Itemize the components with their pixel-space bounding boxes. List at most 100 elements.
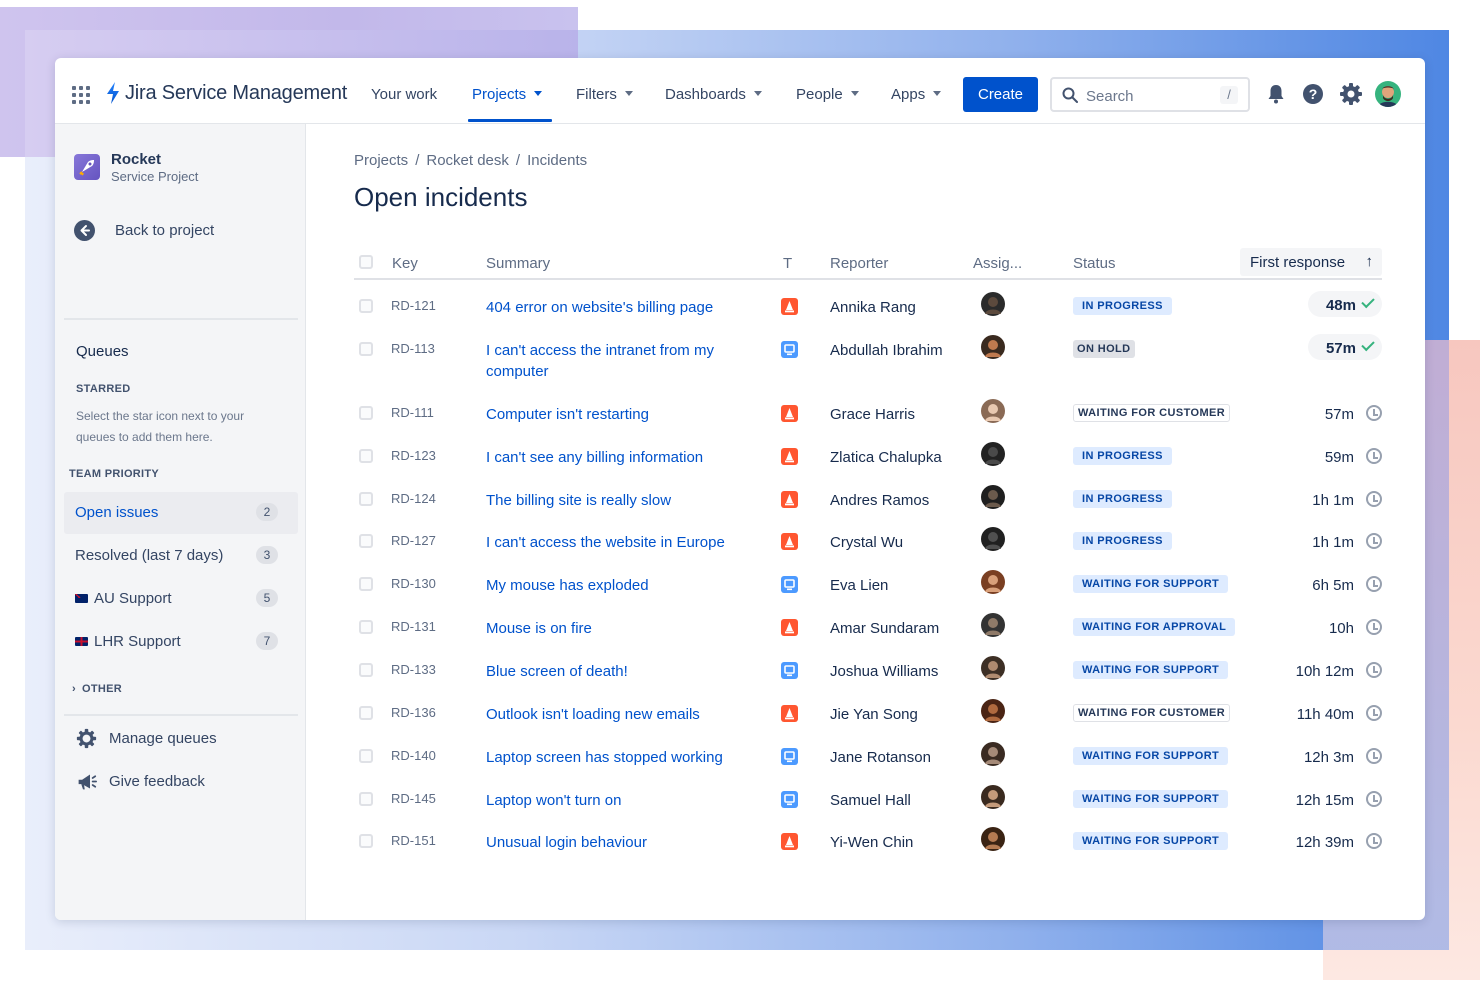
user-avatar[interactable] [1375, 81, 1401, 107]
row-checkbox[interactable] [359, 834, 373, 848]
status-lozenge[interactable]: WAITING FOR SUPPORT [1073, 790, 1229, 808]
table-row[interactable]: RD-123 I can't see any billing informatio… [354, 439, 1382, 482]
back-to-project-link[interactable]: Back to project [74, 219, 214, 241]
nav-item-apps[interactable]: Apps [891, 86, 942, 103]
manage-queues-link[interactable]: Manage queues [76, 727, 217, 749]
settings-gear-icon[interactable] [1339, 82, 1363, 106]
status-lozenge[interactable]: WAITING FOR SUPPORT [1073, 747, 1229, 765]
table-row[interactable]: RD-121 404 error on website's billing pag… [354, 289, 1382, 332]
status-lozenge[interactable]: IN PROGRESS [1073, 490, 1172, 508]
row-checkbox[interactable] [359, 449, 373, 463]
create-button[interactable]: Create [963, 77, 1038, 112]
issue-key[interactable]: RD-133 [391, 662, 436, 677]
column-header-type[interactable]: T [783, 255, 792, 272]
other-section-toggle[interactable]: › OTHER [72, 683, 122, 695]
issue-summary-link[interactable]: Outlook isn't loading new emails [486, 704, 751, 725]
assignee-avatar[interactable] [981, 699, 1005, 723]
issue-key[interactable]: RD-151 [391, 833, 436, 848]
assignee-avatar[interactable] [981, 442, 1005, 466]
issue-summary-link[interactable]: The billing site is really slow [486, 490, 751, 511]
issue-key[interactable]: RD-123 [391, 448, 436, 463]
status-lozenge[interactable]: IN PROGRESS [1073, 532, 1172, 550]
issue-key[interactable]: RD-131 [391, 619, 436, 634]
assignee-avatar[interactable] [981, 827, 1005, 851]
select-all-checkbox[interactable] [359, 255, 373, 269]
jira-bolt-logo-icon[interactable] [105, 82, 121, 104]
table-row[interactable]: RD-133 Blue screen of death! Joshua Willia… [354, 653, 1382, 696]
issue-summary-link[interactable]: Computer isn't restarting [486, 404, 751, 425]
assignee-avatar[interactable] [981, 335, 1005, 359]
issue-summary-link[interactable]: Mouse is on fire [486, 618, 751, 639]
issue-summary-link[interactable]: Laptop won't turn on [486, 790, 751, 811]
breadcrumb-projects[interactable]: Projects [354, 152, 408, 169]
give-feedback-link[interactable]: Give feedback [76, 770, 205, 792]
table-row[interactable]: RD-131 Mouse is on fire Amar Sundaram WAITI… [354, 610, 1382, 653]
status-lozenge[interactable]: WAITING FOR APPROVAL [1073, 618, 1236, 636]
sidebar-queue-au-support[interactable]: AU Support 5 [64, 578, 298, 620]
sidebar-queue-open-issues[interactable]: Open issues 2 [64, 492, 298, 534]
nav-item-filters[interactable]: Filters [576, 86, 633, 103]
row-checkbox[interactable] [359, 534, 373, 548]
row-checkbox[interactable] [359, 663, 373, 677]
table-row[interactable]: RD-136 Outlook isn't loading new emails Ji… [354, 696, 1382, 739]
column-header-status[interactable]: Status [1073, 255, 1116, 272]
row-checkbox[interactable] [359, 299, 373, 313]
status-lozenge[interactable]: WAITING FOR SUPPORT [1073, 661, 1229, 679]
table-row[interactable]: RD-111 Computer isn't restarting Grace Har… [354, 396, 1382, 439]
table-row[interactable]: RD-151 Unusual login behaviour Yi-Wen Chin… [354, 824, 1382, 867]
breadcrumb-incidents[interactable]: Incidents [527, 152, 587, 169]
issue-key[interactable]: RD-111 [391, 405, 434, 420]
row-checkbox[interactable] [359, 749, 373, 763]
assignee-avatar[interactable] [981, 613, 1005, 637]
row-checkbox[interactable] [359, 577, 373, 591]
issue-summary-link[interactable]: Blue screen of death! [486, 661, 751, 682]
status-lozenge[interactable]: WAITING FOR CUSTOMER [1073, 404, 1231, 422]
breadcrumb-rocket-desk[interactable]: Rocket desk [426, 152, 509, 169]
nav-item-dashboards[interactable]: Dashboards [665, 86, 762, 103]
issue-key[interactable]: RD-121 [391, 298, 436, 313]
column-header-reporter[interactable]: Reporter [830, 255, 888, 272]
assignee-avatar[interactable] [981, 292, 1005, 316]
issue-summary-link[interactable]: I can't access the website in Europe [486, 532, 751, 553]
row-checkbox[interactable] [359, 792, 373, 806]
nav-item-your-work[interactable]: Your work [371, 86, 437, 103]
column-header-summary[interactable]: Summary [486, 255, 550, 272]
row-checkbox[interactable] [359, 620, 373, 634]
issue-summary-link[interactable]: Unusual login behaviour [486, 832, 751, 853]
app-switcher-icon[interactable] [72, 86, 90, 104]
assignee-avatar[interactable] [981, 785, 1005, 809]
issue-key[interactable]: RD-136 [391, 705, 436, 720]
table-row[interactable]: RD-127 I can't access the website in Euro… [354, 524, 1382, 567]
product-name[interactable]: Jira Service Management [125, 82, 347, 105]
table-row[interactable]: RD-113 I can't access the intranet from m… [354, 332, 1382, 380]
issue-key[interactable]: RD-113 [391, 341, 435, 356]
assignee-avatar[interactable] [981, 656, 1005, 680]
issue-key[interactable]: RD-124 [391, 491, 436, 506]
help-icon[interactable]: ? [1301, 82, 1325, 106]
issue-key[interactable]: RD-127 [391, 533, 436, 548]
status-lozenge[interactable]: IN PROGRESS [1073, 297, 1172, 315]
column-header-key[interactable]: Key [392, 255, 418, 272]
status-lozenge[interactable]: IN PROGRESS [1073, 447, 1172, 465]
status-lozenge[interactable]: ON HOLD [1073, 340, 1135, 358]
search-input[interactable]: Search / [1050, 77, 1250, 112]
row-checkbox[interactable] [359, 342, 373, 356]
status-lozenge[interactable]: WAITING FOR SUPPORT [1073, 575, 1229, 593]
issue-key[interactable]: RD-145 [391, 791, 436, 806]
nav-item-people[interactable]: People [796, 86, 859, 103]
issue-summary-link[interactable]: 404 error on website's billing page [486, 297, 751, 318]
assignee-avatar[interactable] [981, 527, 1005, 551]
column-header-assignee[interactable]: Assig... [973, 255, 1022, 272]
row-checkbox[interactable] [359, 406, 373, 420]
assignee-avatar[interactable] [981, 570, 1005, 594]
notification-bell-icon[interactable] [1264, 82, 1288, 106]
issue-summary-link[interactable]: Laptop screen has stopped working [486, 747, 751, 768]
assignee-avatar[interactable] [981, 485, 1005, 509]
nav-item-projects[interactable]: Projects [472, 86, 543, 103]
sidebar-queue-resolved-last-7-days[interactable]: Resolved (last 7 days) 3 [64, 535, 298, 577]
sidebar-queue-lhr-support[interactable]: LHR Support 7 [64, 621, 298, 663]
row-checkbox[interactable] [359, 492, 373, 506]
assignee-avatar[interactable] [981, 399, 1005, 423]
issue-summary-link[interactable]: I can't see any billing information [486, 447, 751, 468]
status-lozenge[interactable]: WAITING FOR CUSTOMER [1073, 704, 1231, 722]
